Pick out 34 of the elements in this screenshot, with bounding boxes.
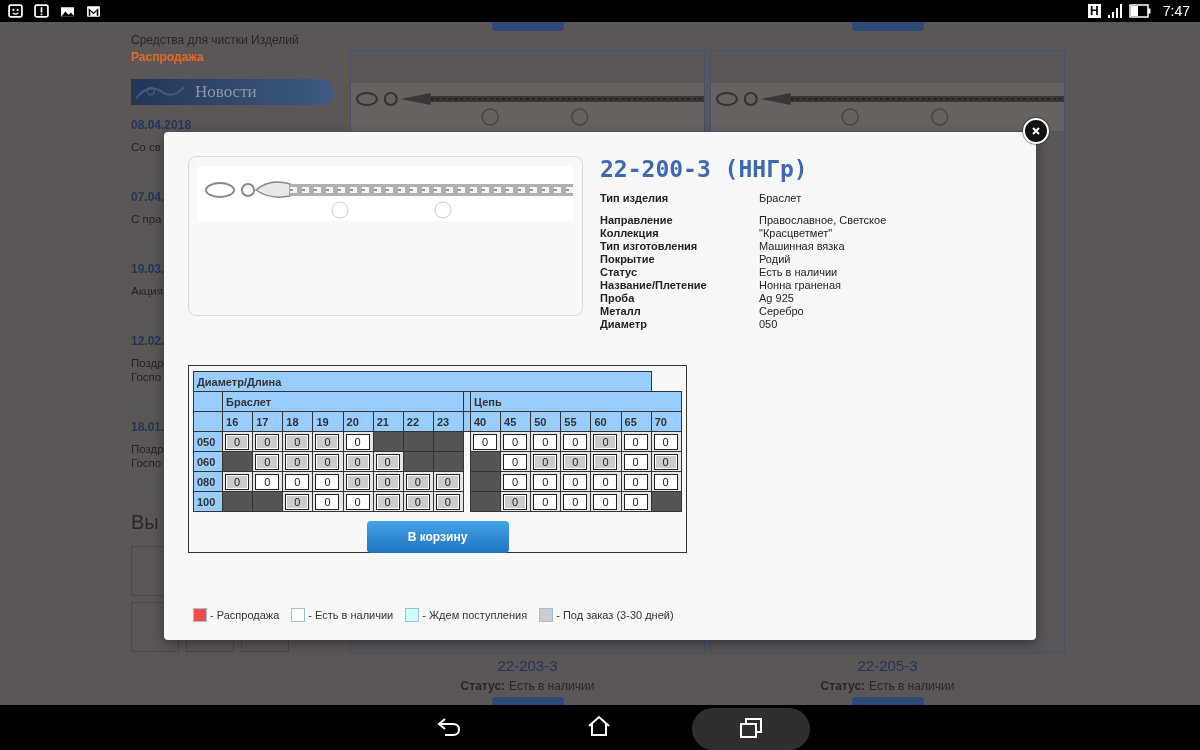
row-header: 080 — [193, 471, 223, 492]
spec-value: "Красцветмет" — [759, 227, 834, 240]
spec-value: Ag 925 — [759, 292, 795, 305]
spec-value: Православное, Светское — [759, 214, 887, 227]
row-header: 060 — [193, 451, 223, 472]
column-group-header: Цепь — [470, 391, 682, 412]
spec-label: Тип изготовления — [600, 240, 699, 253]
spec-value: Серебро — [759, 305, 805, 318]
spec-value: 050 — [759, 318, 779, 331]
legend-label: - Есть в наличии — [308, 609, 394, 621]
spec-label: Направление — [600, 214, 674, 227]
spec-value: Есть в наличии — [759, 266, 839, 279]
news-title: Новости — [195, 82, 257, 102]
spec-value: Нонна граненая — [759, 279, 842, 292]
row-header: 100 — [193, 491, 223, 512]
spec-value: Родий — [759, 253, 792, 266]
row-header: 050 — [193, 431, 223, 452]
spec-label: Коллекция — [600, 227, 660, 240]
clock-time: 7:47 — [1162, 3, 1190, 19]
product-title: 22-200-3 (ННГр) — [600, 156, 809, 182]
spec-label: Название/Плетение — [600, 279, 708, 292]
spec-label: Статус — [600, 266, 639, 279]
table-header: Диаметр/Длина — [193, 371, 652, 392]
legend-label: - Распродажа — [210, 609, 280, 621]
spec-label: Диаметр — [600, 318, 648, 331]
spec-label: Тип изделия — [600, 192, 670, 205]
spec-label: Покрытие — [600, 253, 656, 266]
spec-value: Браслет — [759, 192, 803, 205]
legend-label: - Ждем поступления — [422, 609, 528, 621]
spec-label: Проба — [600, 292, 636, 305]
spec-value: Машинная вязка — [759, 240, 846, 253]
network-type-indicator: H — [1088, 4, 1101, 18]
spec-label: Металл — [600, 305, 642, 318]
legend-label: - Под заказ (3-30 дней) — [556, 609, 674, 621]
